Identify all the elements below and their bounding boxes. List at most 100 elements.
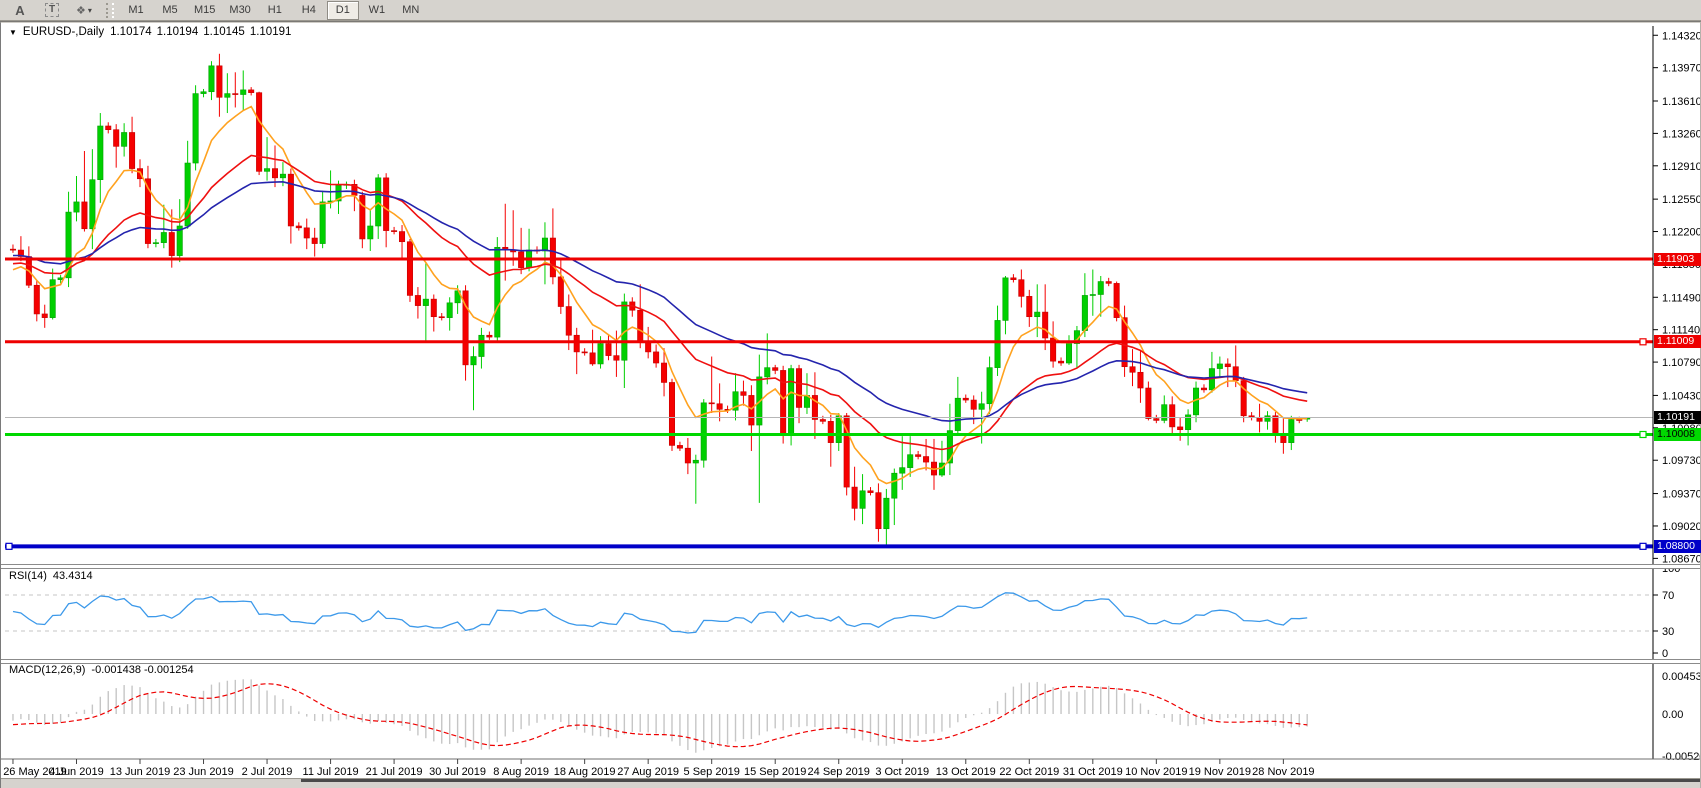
date-label: 8 Aug 2019 <box>493 766 549 778</box>
chart-dropdown-icon[interactable]: ▼ <box>9 28 17 37</box>
hline-objects[interactable] <box>5 259 1653 549</box>
candle-body <box>1019 280 1024 297</box>
timeframe-button-M30[interactable]: M30 <box>223 1 256 20</box>
timeframe-button-W1[interactable]: W1 <box>361 1 393 20</box>
candle-body <box>1130 367 1135 373</box>
price-axis[interactable]: 1.143201.139701.136101.132601.129101.125… <box>1653 26 1700 763</box>
candle-body <box>915 455 920 457</box>
candle-body <box>749 395 754 425</box>
candle-body <box>558 277 563 307</box>
candle-body <box>495 247 500 337</box>
pane-separator-rsi[interactable] <box>1 564 1700 569</box>
date-label: 27 Aug 2019 <box>617 766 679 778</box>
date-label: 11 Jul 2019 <box>303 766 359 778</box>
dropdown-caret-icon[interactable]: ▾ <box>88 6 92 15</box>
price-tick-label: 1.12910 <box>1662 161 1700 173</box>
pane-separator-macd[interactable] <box>1 659 1700 664</box>
price-tick-label: 1.10430 <box>1662 390 1700 402</box>
timeframe-button-D1[interactable]: D1 <box>327 1 359 20</box>
candle-body <box>312 238 317 244</box>
candle-body <box>892 473 897 498</box>
candle-body <box>1265 416 1270 422</box>
price-tick-label: 1.10790 <box>1662 357 1700 369</box>
candle-body <box>614 356 619 361</box>
chart-window[interactable]: ▼ EURUSD-,Daily 1.10174 1.10194 1.10145 … <box>0 21 1701 788</box>
candle-body <box>90 180 95 229</box>
rsi-indicator-value: 43.4314 <box>53 570 93 582</box>
toolbar-grip[interactable] <box>106 3 114 18</box>
candle-body <box>828 421 833 442</box>
candle-body <box>193 94 198 163</box>
candle-body <box>407 242 412 296</box>
resistance-line-lower-handle-right[interactable] <box>1640 339 1646 345</box>
candle-body <box>74 202 79 212</box>
candle-body <box>685 448 690 463</box>
date-label: 23 Jun 2019 <box>173 766 234 778</box>
candle-body <box>900 468 905 474</box>
candle-body <box>1042 312 1047 338</box>
candle-body <box>264 169 269 172</box>
candle-body <box>42 314 47 318</box>
text-label-tool-button[interactable]: A <box>4 1 36 20</box>
candle-body <box>884 498 889 529</box>
support-line-handle-right[interactable] <box>1640 431 1646 437</box>
timeframe-button-H1[interactable]: H1 <box>259 1 291 20</box>
date-axis[interactable]: 26 May 20194 Jun 201913 Jun 201923 Jun 2… <box>1 759 1700 778</box>
close-value: 1.10191 <box>250 26 292 38</box>
toolbar: AT❖▾ M1M5M15M30H1H4D1W1MN <box>0 0 1701 21</box>
candle-body <box>1289 419 1294 442</box>
candle-body <box>320 202 325 244</box>
text-tool-button[interactable]: T <box>36 1 68 20</box>
candle-body <box>542 238 547 251</box>
price-tick-label: 1.12550 <box>1662 194 1700 206</box>
date-label: 10 Nov 2019 <box>1125 766 1187 778</box>
medium-ma-line <box>13 156 1307 450</box>
candle-body <box>431 299 436 317</box>
candle-body <box>661 363 666 382</box>
candle-body <box>296 226 301 228</box>
candle-body <box>113 130 118 147</box>
timeframe-button-M1[interactable]: M1 <box>120 1 152 20</box>
timeframe-button-MN[interactable]: MN <box>395 1 427 20</box>
timeframe-button-M15[interactable]: M15 <box>188 1 221 20</box>
timeframe-button-H4[interactable]: H4 <box>293 1 325 20</box>
candle-body <box>788 369 793 434</box>
slow-ma-line <box>13 182 1307 421</box>
trading-terminal: AT❖▾ M1M5M15M30H1H4D1W1MN ▼ EURUSD-,Dail… <box>0 0 1701 788</box>
horizontal-scroll-strip[interactable] <box>1 778 1700 788</box>
candle-body <box>1146 388 1151 419</box>
candle-body <box>979 404 984 410</box>
chart-canvas[interactable]: 1.143201.139701.136101.132601.129101.125… <box>1 23 1700 781</box>
candle-body <box>836 416 841 443</box>
candle-body <box>98 126 103 180</box>
date-label: 15 Sep 2019 <box>744 766 806 778</box>
candle-body <box>741 392 746 396</box>
shapes-tool-button[interactable]: ❖▾ <box>68 1 100 20</box>
candle-body <box>280 174 285 178</box>
candle-body <box>256 93 261 172</box>
date-label: 3 Oct 2019 <box>875 766 929 778</box>
date-label: 2 Jul 2019 <box>242 766 293 778</box>
swing-low-line-handle-right[interactable] <box>1640 543 1646 549</box>
swing-low-line-handle-left[interactable] <box>6 543 12 549</box>
candle-body <box>566 307 571 336</box>
date-label: 22 Oct 2019 <box>999 766 1059 778</box>
candle-body <box>233 94 238 95</box>
candle-body <box>860 491 865 509</box>
rsi-grid <box>5 595 1653 631</box>
macd-indicator-value: -0.001438 -0.001254 <box>91 664 193 676</box>
candle-body <box>169 232 174 255</box>
candle-body <box>693 460 698 463</box>
date-label: 18 Aug 2019 <box>554 766 616 778</box>
candle-body <box>574 335 579 352</box>
candle-body <box>304 228 309 238</box>
date-label: 21 Jul 2019 <box>366 766 423 778</box>
price-tick-label: 1.09730 <box>1662 455 1700 467</box>
timeframe-button-M5[interactable]: M5 <box>154 1 186 20</box>
macd-indicator-name: MACD(12,26,9) <box>9 664 85 676</box>
open-value: 1.10174 <box>110 26 152 38</box>
scroll-position-bar[interactable] <box>301 779 1700 782</box>
price-badge-support: 1.10008 <box>1654 428 1701 441</box>
candle-body <box>868 491 873 493</box>
candle-body <box>368 226 373 239</box>
